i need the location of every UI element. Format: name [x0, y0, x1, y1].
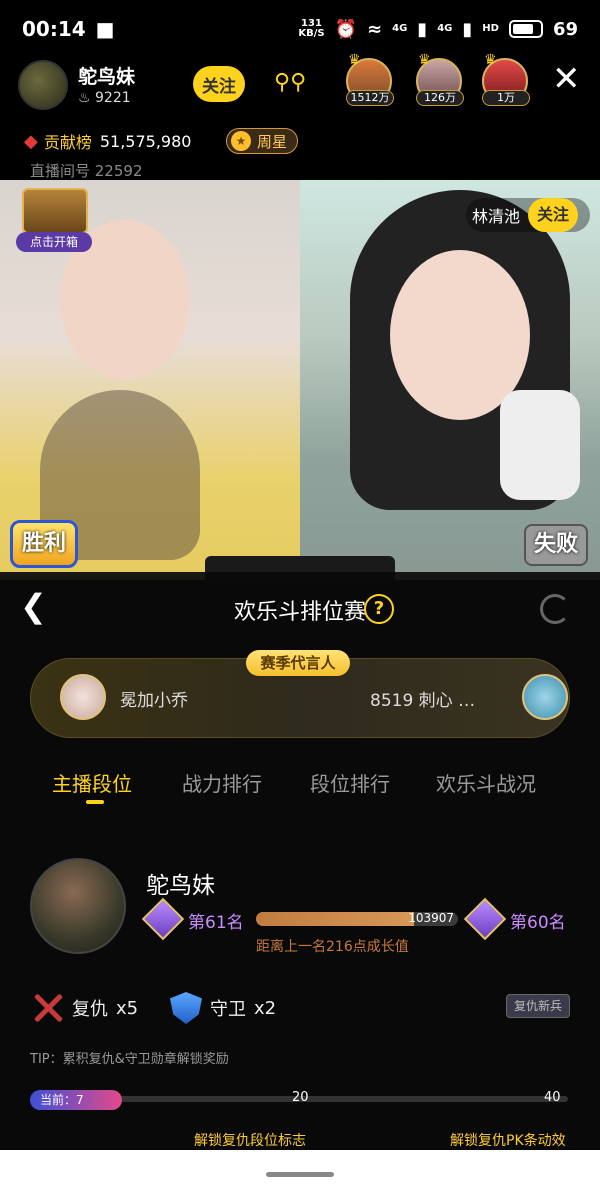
battery-level: 69 [552, 18, 578, 40]
tip-text: TIP：累积复仇&守卫勋章解锁奖励 [30, 1052, 229, 1067]
revenge-medal: 复仇 x5 [32, 992, 138, 1024]
refresh-icon[interactable] [540, 594, 570, 624]
opponent-video[interactable] [300, 180, 600, 580]
net-speed: 131 KB/S [298, 19, 324, 39]
contribution-value: 51,575,980 [99, 131, 192, 151]
gem-icon: ◆ [24, 130, 38, 152]
host-name: 鸵鸟妹 [78, 66, 136, 88]
rank-next: 第60名 [510, 913, 566, 933]
contribution-label: 贡献榜 [43, 133, 92, 152]
home-indicator[interactable] [266, 1172, 334, 1177]
host-fans: ♨ 9221 [78, 90, 131, 106]
current-progress-pill: 当前：7 [30, 1090, 122, 1110]
opponent-name: 林清池 [472, 207, 521, 226]
viewer-avatar-3[interactable]: ♛ 1万 [482, 52, 532, 108]
host-avatar[interactable] [18, 60, 68, 110]
weekstar-label: 周星 [257, 132, 288, 151]
spokesperson-avatar-right[interactable] [522, 674, 568, 720]
crown-icon: ♛ [418, 52, 431, 68]
tab-power-rank[interactable]: 战力排行 [182, 768, 262, 797]
close-icon[interactable]: ✕ [552, 62, 581, 96]
system-nav-bar [0, 1150, 600, 1200]
rank-emblem-next-icon [463, 897, 507, 941]
status-time: 00:14 [22, 17, 86, 41]
guard-medal: 守卫 x2 [170, 992, 276, 1024]
unlock-reward-left: 解锁复仇段位标志 [194, 1133, 306, 1149]
signal1-label: 4G [392, 23, 408, 34]
spokesperson-label: 赛季代言人 [246, 650, 350, 676]
crown-icon: ♛ [348, 52, 361, 68]
ranking-panel: ❮ 欢乐斗排位赛 ? 赛季代言人 冕加小乔 8519 刺心 … 主播段位 战力排… [0, 572, 600, 1150]
alarm-icon: ⏰ [334, 18, 358, 40]
net-speed-unit: KB/S [298, 28, 325, 39]
rank-current: 第61名 [188, 913, 244, 933]
battery-icon [508, 20, 543, 38]
milestone-20: 20 [292, 1090, 309, 1105]
host-rank-avatar [30, 858, 126, 954]
rank-progress-note: 距离上一名216点成长值 [256, 939, 409, 955]
contribution-line[interactable]: ◆ 贡献榜 51,575,980 [24, 126, 191, 156]
viewer-count: 1万 [482, 90, 530, 106]
spokesperson-avatar-left[interactable] [60, 674, 106, 720]
notification-icon: ■ [95, 17, 115, 41]
lose-badge: 失败 [524, 524, 588, 566]
unlock-reward-right: 解锁复仇PK条动效 [450, 1133, 566, 1149]
weekstar-badge[interactable]: ★ 周星 [226, 128, 298, 154]
flame-icon: ♨ [78, 90, 91, 106]
microphone-image [500, 390, 580, 500]
host-rank-name: 鸵鸟妹 [146, 873, 215, 899]
tab-battle-status[interactable]: 欢乐斗战况 [436, 768, 536, 797]
revenge-count: x5 [116, 997, 139, 1019]
mic-link-icon[interactable]: ⚲⚲ [274, 70, 310, 100]
status-bar: 00:14 ■ 131 KB/S ⏰ ≈ 4G ▮ 4G ▮ HD 69 [0, 0, 600, 58]
help-icon[interactable]: ? [364, 594, 394, 624]
viewer-count: 1512万 [346, 90, 394, 106]
guard-count: x2 [254, 997, 277, 1019]
wifi-icon: ≈ [367, 18, 383, 40]
tab-underline [86, 800, 104, 804]
room-id: 直播间号 22592 [30, 162, 143, 180]
rank-emblem-icon [141, 897, 185, 941]
star-icon: ★ [231, 131, 251, 151]
shield-icon [170, 992, 202, 1024]
signal1-icon: ▮ [417, 18, 428, 40]
reward-track: 当前：7 20 40 [30, 1090, 568, 1110]
treasure-chest-icon[interactable] [22, 188, 88, 234]
sword-icon [32, 992, 64, 1024]
revenge-rank-badge: 复仇新兵 [506, 994, 570, 1018]
opponent-follow-button[interactable]: 关注 [528, 198, 579, 232]
live-header: 鸵鸟妹 ♨ 9221 关注 ⚲⚲ ♛ 1512万 ♛ 126万 ♛ 1万 ✕ [0, 52, 600, 120]
milestone-40: 40 [544, 1090, 561, 1105]
spokesperson-name-right: 8519 刺心 … [370, 691, 476, 711]
crown-icon: ♛ [484, 52, 497, 68]
signal2-label: 4G [437, 23, 453, 34]
follow-button[interactable]: 关注 [193, 66, 245, 102]
panel-tabs: 主播段位 战力排行 段位排行 欢乐斗战况 [0, 768, 600, 812]
viewer-avatar-2[interactable]: ♛ 126万 [416, 52, 466, 108]
status-right: 131 KB/S ⏰ ≈ 4G ▮ 4G ▮ HD 69 [298, 19, 578, 40]
win-badge: 胜利 [10, 520, 78, 568]
hd-label: HD [482, 23, 499, 34]
revenge-label: 复仇 [72, 999, 108, 1020]
viewer-count: 126万 [416, 90, 464, 106]
tab-host-rank[interactable]: 主播段位 [52, 768, 132, 797]
rank-progress-value: 103907 [408, 911, 454, 925]
host-fans-count: 9221 [95, 90, 131, 106]
spokesperson-name-left: 冕加小乔 [120, 691, 188, 711]
viewer-avatar-1[interactable]: ♛ 1512万 [346, 52, 396, 108]
tab-tier-rank[interactable]: 段位排行 [310, 768, 390, 797]
signal2-icon: ▮ [462, 18, 473, 40]
opponent-tag[interactable]: 林清池 关注 [466, 198, 590, 232]
open-chest-label[interactable]: 点击开箱 [16, 232, 92, 252]
panel-title: 欢乐斗排位赛 [233, 600, 366, 625]
guard-label: 守卫 [210, 999, 246, 1020]
